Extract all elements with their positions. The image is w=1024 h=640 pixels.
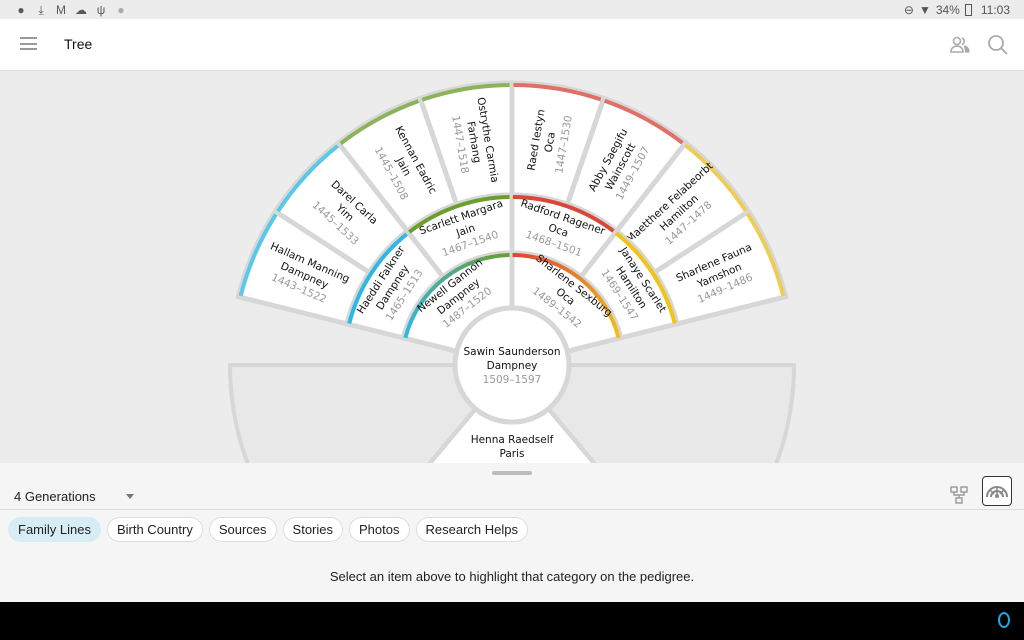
dnd-icon: ⊖ — [903, 2, 914, 17]
person-name: Henna Raedself — [471, 434, 554, 446]
battery-icon — [964, 3, 972, 16]
app-bar: Tree — [0, 19, 1024, 71]
divider — [0, 509, 1024, 510]
person-switch-icon[interactable] — [948, 33, 972, 57]
bottom-panel: 4 Generations Family Lines Birth Country S… — [0, 463, 1024, 602]
chip-research-helps[interactable]: Research Helps — [415, 517, 528, 542]
chip-stories[interactable]: Stories — [282, 517, 344, 542]
fan-view-icon — [986, 486, 1008, 498]
hint-text: Select an item above to highlight that c… — [329, 569, 695, 584]
assistant-icon[interactable] — [998, 612, 1010, 628]
search-icon[interactable] — [986, 33, 1010, 57]
wifi-icon: ▼ — [918, 2, 931, 17]
fan-chart[interactable]: Henna RaedselfParis1512–1543Hallam Manni… — [0, 71, 1024, 463]
root-dates: 1509–1597 — [483, 374, 542, 386]
person-name: Paris — [500, 448, 525, 460]
download-icon: ⤓ — [38, 2, 44, 17]
sibling-wedge-left[interactable] — [227, 363, 479, 463]
dot-icon: ● — [117, 2, 125, 17]
chip-birth-country[interactable]: Birth Country — [106, 517, 203, 542]
drag-handle[interactable] — [492, 471, 532, 475]
root-name: Dampney — [487, 360, 538, 372]
clock: 11:03 — [980, 2, 1010, 17]
cloud-icon: ☁ — [75, 2, 87, 17]
root-person[interactable]: Sawin Saunderson Dampney 1509–1597 — [452, 305, 572, 425]
generations-value: 4 Generations — [14, 489, 96, 504]
chevron-down-icon — [125, 494, 134, 499]
battery-percent: 34% — [935, 2, 960, 17]
usb-icon: ψ — [96, 2, 106, 17]
status-bar: ● ⤓ M ☁ ψ ● ⊖ ▼ 34% 11:03 — [0, 0, 1024, 19]
pedigree-view-button[interactable] — [948, 484, 970, 506]
chip-family-lines[interactable]: Family Lines — [8, 517, 101, 542]
category-chips: Family Lines Birth Country Sources Stories P… — [8, 517, 528, 542]
sibling-wedge-right[interactable] — [545, 363, 797, 463]
generations-dropdown[interactable]: 4 Generations — [14, 489, 134, 504]
menu-icon[interactable] — [20, 37, 37, 50]
chip-photos[interactable]: Photos — [349, 517, 410, 542]
record-icon: ● — [17, 2, 25, 17]
page-title: Tree — [64, 36, 93, 52]
root-name: Sawin Saunderson — [464, 346, 561, 358]
fan-chart-svg[interactable]: Henna RaedselfParis1512–1543Hallam Manni… — [0, 71, 1024, 463]
chip-sources[interactable]: Sources — [208, 517, 277, 542]
fan-view-button[interactable] — [982, 476, 1012, 506]
navigation-bar — [0, 602, 1024, 640]
gmail-icon: M — [56, 2, 66, 17]
